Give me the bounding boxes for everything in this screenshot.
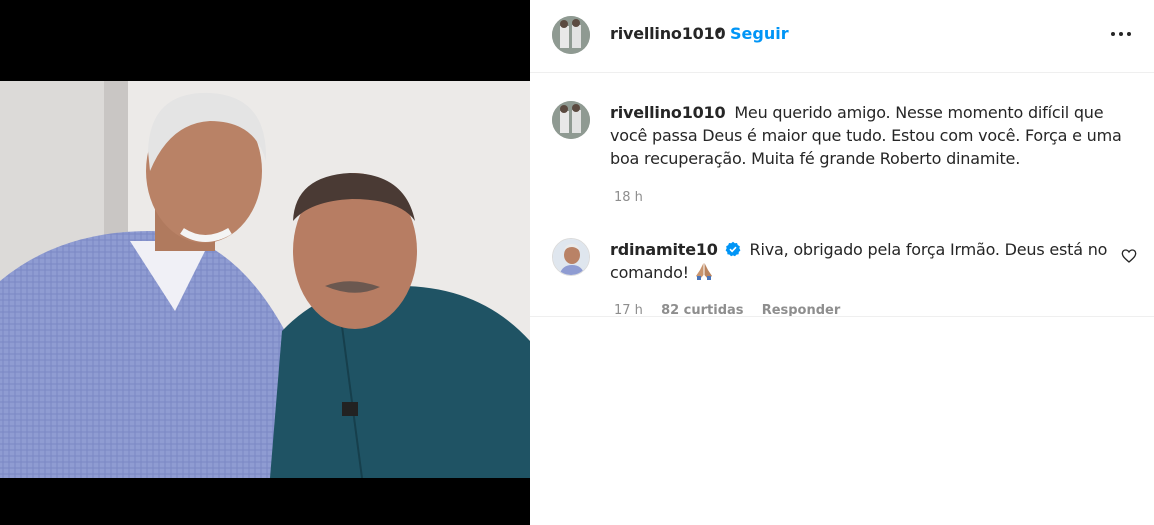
separator-dot: • [716, 23, 722, 40]
post-header: rivellino1010 • Seguir [530, 0, 1154, 73]
reply-text-block: rdinamite10 Riva, obrigado pela força Ir… [610, 238, 1130, 284]
reply-username[interactable]: rdinamite10 [610, 240, 718, 259]
post-side-panel: rivellino1010 • Seguir rivellino1010 Meu… [530, 0, 1154, 525]
caption-meta: 18 h [614, 190, 657, 205]
reply-avatar[interactable] [552, 238, 590, 276]
author-username[interactable]: rivellino1010 [610, 24, 726, 43]
caption-avatar[interactable] [552, 101, 590, 139]
post-photo [0, 81, 530, 478]
caption-text-block: rivellino1010 Meu querido amigo. Nesse m… [610, 101, 1130, 170]
verified-badge-icon [725, 241, 741, 257]
folded-hands-icon [695, 263, 712, 280]
follow-button[interactable]: Seguir [730, 24, 789, 43]
section-divider [530, 316, 1154, 317]
author-avatar[interactable] [552, 16, 590, 54]
caption-time[interactable]: 18 h [614, 190, 643, 205]
caption-username[interactable]: rivellino1010 [610, 103, 726, 122]
post-media[interactable] [0, 0, 530, 525]
more-options-icon[interactable] [1106, 22, 1136, 46]
heart-icon[interactable] [1121, 248, 1137, 264]
